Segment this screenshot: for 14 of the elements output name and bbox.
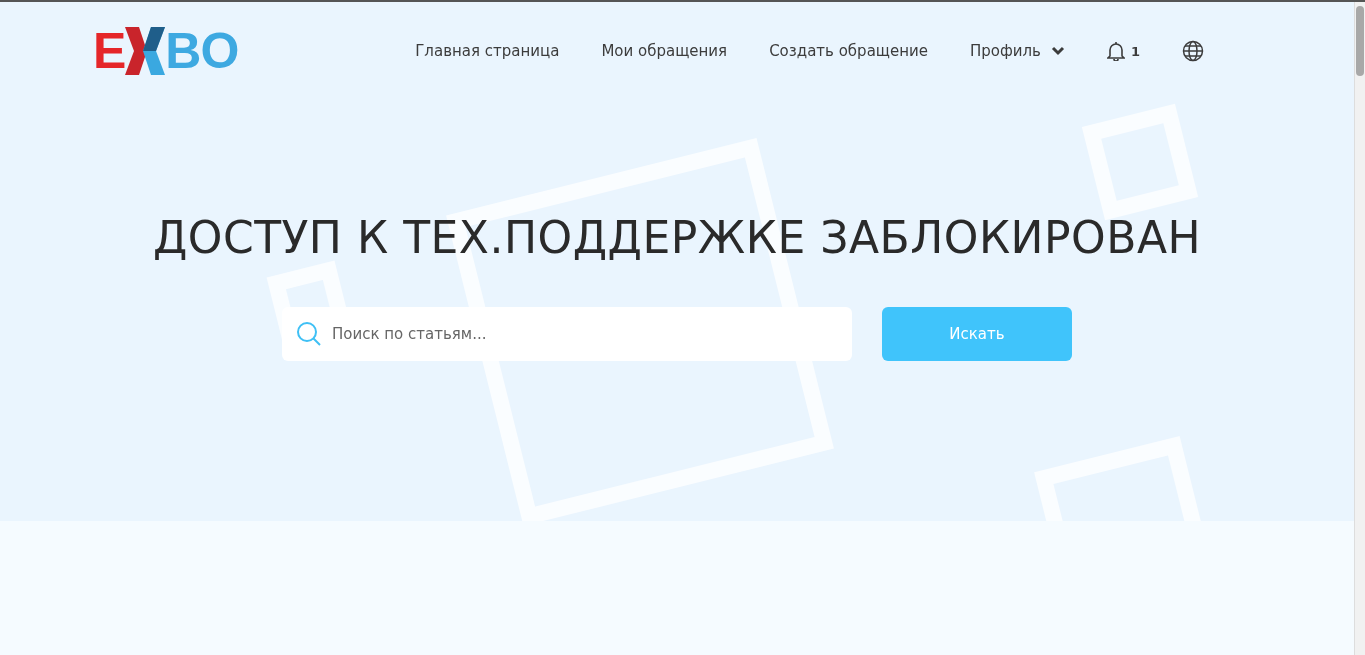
chevron-down-icon [1050, 46, 1065, 56]
globe-icon[interactable] [1182, 40, 1204, 62]
search-icon [296, 321, 322, 347]
profile-menu[interactable]: Профиль [969, 42, 1065, 60]
logo[interactable]: E BO [93, 27, 239, 75]
bell-icon [1106, 41, 1125, 61]
nav-link[interactable]: Создать обращение [769, 42, 928, 60]
search-field[interactable]: Поиск по статьям... [282, 307, 852, 361]
page-title: ДОСТУП К ТЕХ.ПОДДЕРЖКЕ ЗАБЛОКИРОВАН [151, 212, 1203, 263]
nav-link[interactable]: Главная страница [415, 42, 560, 60]
scrollbar[interactable] [1354, 2, 1365, 655]
nav-link[interactable]: Мои обращения [601, 42, 728, 60]
notifications-button[interactable]: 1 [1106, 41, 1140, 61]
notification-count: 1 [1130, 43, 1140, 59]
